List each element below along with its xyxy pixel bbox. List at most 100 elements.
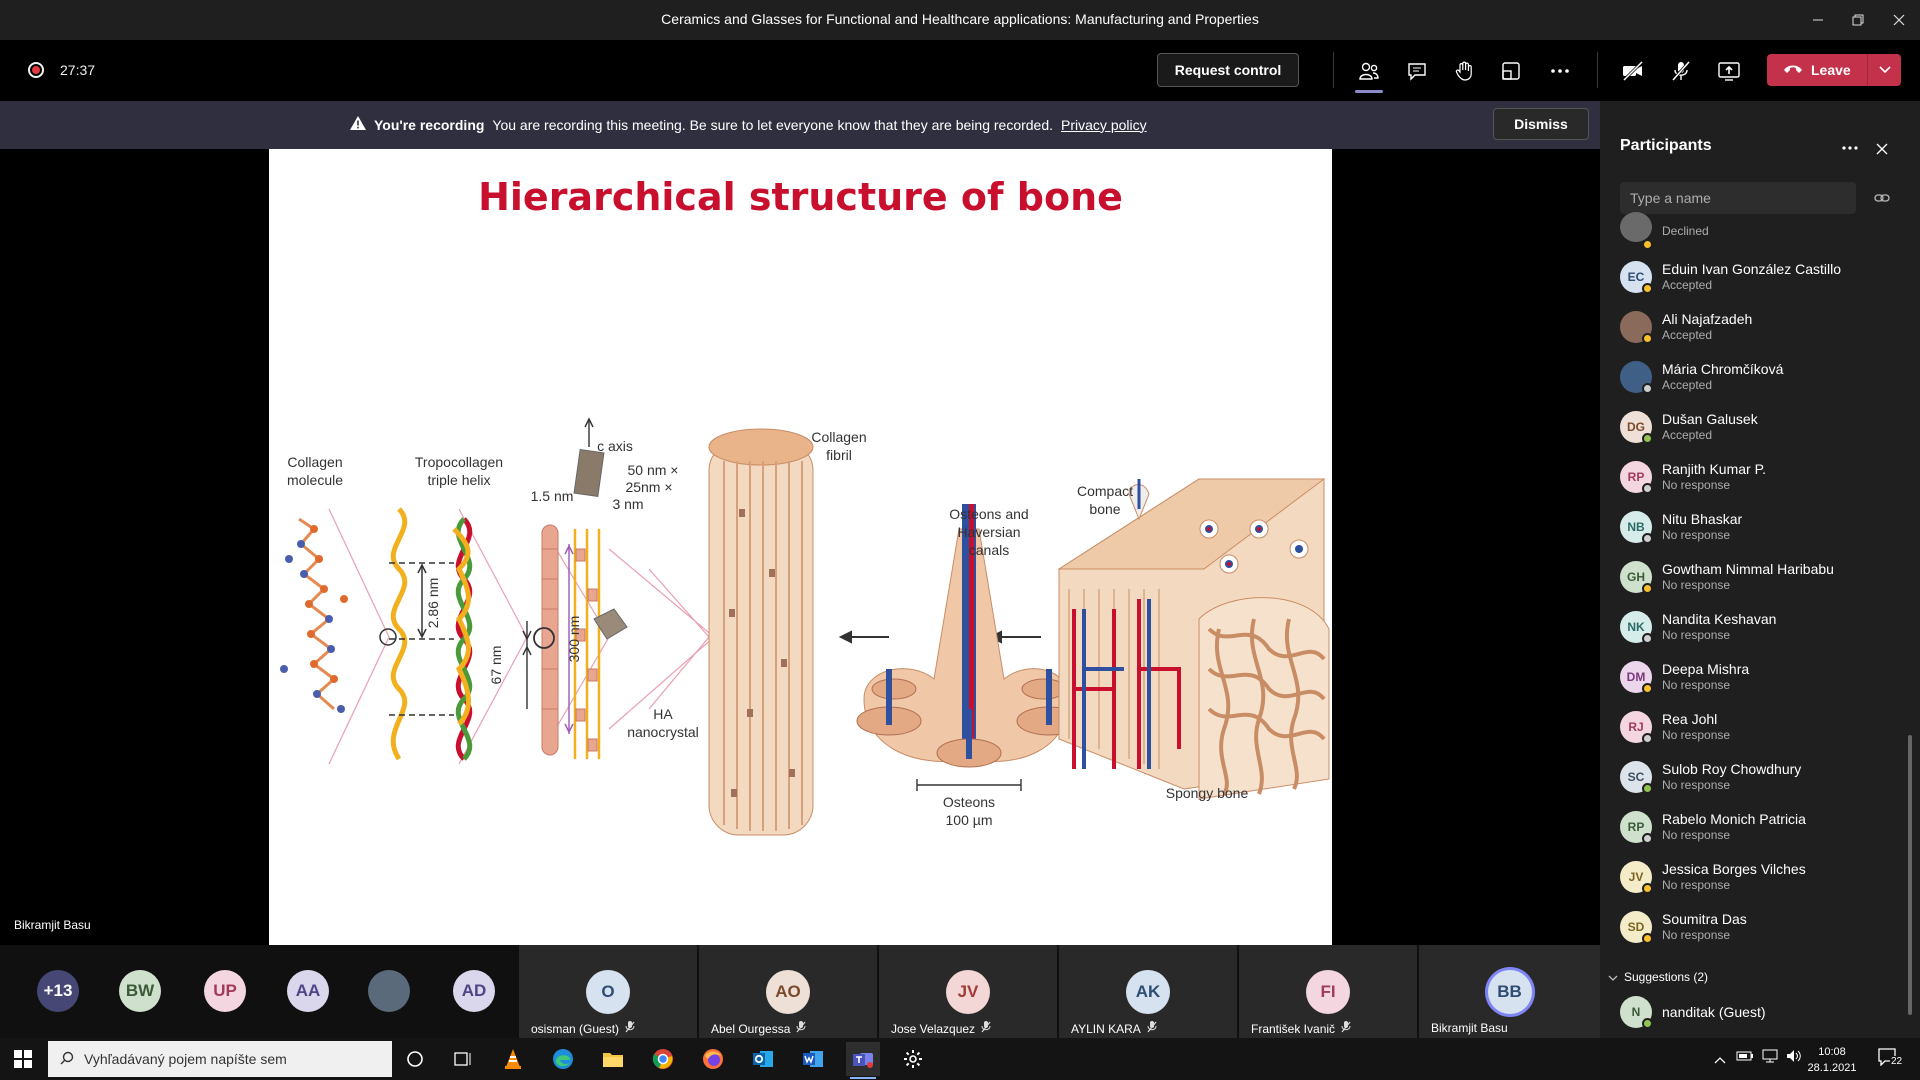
presence-status-icon xyxy=(1642,383,1653,394)
task-view-icon[interactable] xyxy=(446,1042,480,1076)
participant-name: Deepa Mishra xyxy=(1662,661,1750,677)
suggestions-header[interactable]: Suggestions (2) xyxy=(1608,970,1708,984)
participant-avatar[interactable]: UP xyxy=(204,970,246,1012)
firefox-icon[interactable] xyxy=(696,1042,730,1076)
label-osteons-2: 100 µm xyxy=(946,812,993,828)
participant-row[interactable]: Mária Chromčíková Accepted xyxy=(1620,356,1900,402)
participant-photo-avatar[interactable] xyxy=(368,970,410,1012)
participant-row[interactable]: NB Nitu Bhaskar No response xyxy=(1620,506,1900,552)
leave-label: Leave xyxy=(1811,62,1851,78)
chrome-icon[interactable] xyxy=(646,1042,680,1076)
video-tile[interactable]: BB Bikramjit Basu xyxy=(1419,945,1600,1038)
minimize-icon[interactable] xyxy=(1803,8,1833,32)
tile-name: František Ivanič xyxy=(1251,1021,1351,1036)
participant-name: Rea Johl xyxy=(1662,711,1718,727)
participant-row[interactable]: SC Sulob Roy Chowdhury No response xyxy=(1620,756,1900,802)
notification-center-icon[interactable]: 22 xyxy=(1878,1048,1906,1070)
participant-row[interactable]: RP Ranjith Kumar P. No response xyxy=(1620,456,1900,502)
participant-row[interactable]: EC Eduin Ivan González Castillo Accepted xyxy=(1620,256,1900,302)
participant-avatar: JV xyxy=(946,970,990,1014)
mic-muted-icon[interactable] xyxy=(1665,55,1697,87)
taskbar-search-box[interactable]: Vyhľadávaný pojem napíšte sem xyxy=(48,1041,392,1077)
edge-icon[interactable] xyxy=(546,1042,580,1076)
participant-search-input[interactable] xyxy=(1620,182,1856,214)
windows-start-icon[interactable] xyxy=(6,1042,40,1076)
recording-banner: You're recording You are recording this … xyxy=(0,101,1600,149)
label-collagen-molecule-2: molecule xyxy=(287,472,343,488)
share-invite-link-icon[interactable] xyxy=(1874,190,1890,211)
camera-off-icon[interactable] xyxy=(1617,55,1649,87)
participant-name: osisman (Guest) xyxy=(531,1021,620,1036)
privacy-policy-link[interactable]: Privacy policy xyxy=(1061,117,1147,133)
participant-avatar xyxy=(1620,212,1652,242)
settings-gear-icon[interactable] xyxy=(896,1042,930,1076)
rooms-icon[interactable] xyxy=(1495,55,1527,87)
taskbar-clock[interactable]: 10:08 28.1.2021 xyxy=(1796,1044,1868,1076)
participant-status: No response xyxy=(1662,928,1731,942)
presence-status-icon xyxy=(1642,833,1653,844)
panel-scrollbar[interactable] xyxy=(1908,735,1912,1015)
dismiss-button[interactable]: Dismiss xyxy=(1493,108,1589,140)
close-window-icon[interactable] xyxy=(1884,8,1914,32)
participant-name: Rabelo Monich Patricia xyxy=(1662,811,1806,827)
file-explorer-icon[interactable] xyxy=(596,1042,630,1076)
participant-row[interactable]: GH Gowtham Nimmal Haribabu No response xyxy=(1620,556,1900,602)
participant-name: AYLIN KARA xyxy=(1071,1021,1141,1036)
tray-chevron-up-icon[interactable] xyxy=(1714,1051,1726,1069)
video-tile[interactable]: AK AYLIN KARA xyxy=(1059,945,1237,1038)
network-icon[interactable] xyxy=(1762,1049,1778,1068)
participant-avatar[interactable]: +13 xyxy=(37,970,79,1012)
recording-indicator-icon xyxy=(28,62,44,78)
label-spongy-bone: Spongy bone xyxy=(1166,785,1249,801)
participant-name: František Ivanič xyxy=(1251,1021,1336,1036)
battery-icon[interactable] xyxy=(1736,1049,1754,1067)
participant-status: No response xyxy=(1662,578,1731,592)
leave-options-chevron-icon[interactable] xyxy=(1867,54,1901,86)
video-tile[interactable]: FI František Ivanič xyxy=(1239,945,1417,1038)
label-c-axis: c axis xyxy=(597,438,633,454)
share-screen-icon[interactable] xyxy=(1713,55,1745,87)
raise-hand-icon[interactable] xyxy=(1448,55,1480,87)
word-icon[interactable] xyxy=(796,1042,830,1076)
participant-status: Declined xyxy=(1662,224,1709,238)
participant-name: Soumitra Das xyxy=(1662,911,1747,927)
collagen-fibril-figure xyxy=(708,428,814,836)
video-tile[interactable]: AO Abel Ourgessa xyxy=(699,945,877,1038)
participant-avatar[interactable]: BW xyxy=(119,970,161,1012)
cortana-icon[interactable] xyxy=(398,1042,432,1076)
participant-status: Accepted xyxy=(1662,278,1713,292)
more-actions-icon[interactable] xyxy=(1544,55,1576,87)
participant-row[interactable]: Ali Najafzadeh Accepted xyxy=(1620,306,1900,352)
chat-icon[interactable] xyxy=(1401,55,1433,87)
leave-button[interactable]: Leave xyxy=(1767,54,1901,86)
participants-icon[interactable] xyxy=(1353,55,1385,93)
participant-name: Dušan Galusek xyxy=(1662,411,1758,427)
teams-icon[interactable] xyxy=(846,1042,880,1079)
panel-more-icon[interactable] xyxy=(1840,140,1860,158)
participant-row[interactable]: Declined xyxy=(1620,212,1900,258)
participant-row[interactable]: DG Dušan Galusek Accepted xyxy=(1620,406,1900,452)
restore-icon[interactable] xyxy=(1843,8,1873,32)
participant-row[interactable]: RP Rabelo Monich Patricia No response xyxy=(1620,806,1900,852)
participant-row[interactable]: RJ Rea Johl No response xyxy=(1620,706,1900,752)
panel-close-icon[interactable] xyxy=(1876,142,1888,160)
outlook-icon[interactable] xyxy=(746,1042,780,1076)
bone-hierarchy-diagram: Collagen molecule Tropocollagen triple h… xyxy=(280,417,1330,836)
video-tile[interactable]: JV Jose Velazquez xyxy=(879,945,1057,1038)
participant-row[interactable]: Nnanditak (Guest) xyxy=(1620,991,1900,1037)
participant-avatar[interactable]: AA xyxy=(287,970,329,1012)
participant-avatar[interactable]: AD xyxy=(453,970,495,1012)
participant-status: No response xyxy=(1662,778,1731,792)
participant-row[interactable]: JV Jessica Borges Vilches No response xyxy=(1620,856,1900,902)
mic-muted-icon xyxy=(625,1021,635,1036)
participant-row[interactable]: DM Deepa Mishra No response xyxy=(1620,656,1900,702)
request-control-button[interactable]: Request control xyxy=(1157,53,1299,87)
participant-status: No response xyxy=(1662,828,1731,842)
participant-row[interactable]: NK Nandita Keshavan No response xyxy=(1620,606,1900,652)
video-tile[interactable]: Oosisman (Guest) xyxy=(519,945,697,1038)
participant-name: Sulob Roy Chowdhury xyxy=(1662,761,1802,777)
banner-message: You are recording this meeting. Be sure … xyxy=(492,116,1054,133)
vlc-icon[interactable] xyxy=(496,1042,530,1076)
presence-status-icon xyxy=(1642,239,1653,250)
participant-row[interactable]: SD Soumitra Das No response xyxy=(1620,906,1900,952)
